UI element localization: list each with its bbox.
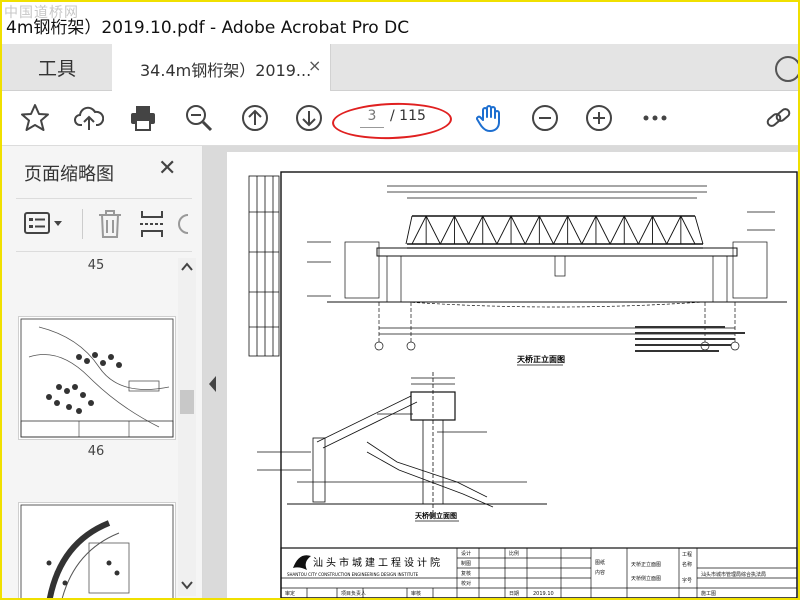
window-title: 4m钢桁架）2019.10.pdf - Adobe Acrobat Pro DC (6, 18, 410, 38)
name-label: 名称 (682, 561, 692, 568)
hand-tool-icon[interactable] (474, 103, 504, 133)
panel-close-button[interactable]: ✕ (158, 156, 176, 181)
page-down-icon[interactable] (294, 103, 324, 133)
cloud-upload-icon[interactable] (74, 103, 104, 133)
thumbnail-list: 45 46 (16, 254, 176, 598)
truss-member (510, 215, 526, 245)
panel-title: 页面缩略图 (24, 164, 114, 185)
scroll-up-icon[interactable] (181, 262, 193, 272)
truss-member (411, 215, 427, 245)
truss-member (496, 215, 512, 245)
project-lead-label: 项目负责人 (341, 590, 366, 597)
options-menu-icon[interactable] (24, 211, 64, 237)
tab-close-button[interactable]: × (308, 56, 321, 75)
truss-member (482, 215, 498, 245)
page-up-icon[interactable] (240, 103, 270, 133)
share-link-icon[interactable] (764, 103, 794, 133)
app-window: 中国道桥网 4m钢桁架）2019.10.pdf - Adobe Acrobat … (0, 0, 800, 600)
review-label: 审定 (285, 590, 295, 597)
institute-name-english: SHANTOU CITY CONSTRUCTION ENGINEERING DE… (287, 572, 419, 577)
divider (82, 209, 83, 239)
proofread-label: 校对 (461, 580, 471, 587)
front-view-title: 天桥正立面图 (517, 354, 565, 364)
check-label: 复核 (461, 570, 471, 577)
thumbnail-scrollbar[interactable] (178, 258, 196, 596)
thumbnails-panel: 页面缩略图 ✕ 45 46 (2, 146, 203, 598)
panel-toolbar (16, 198, 192, 252)
truss-member (623, 215, 639, 245)
truss-member (581, 215, 597, 245)
sheet-title-1: 天桥正立面图 (631, 561, 661, 568)
truss-member (553, 215, 569, 245)
sheet-title-2: 天桥侧立面图 (631, 575, 661, 582)
project-name: 汕头市城市管理局综合执法局 (701, 571, 766, 578)
truss-member (595, 215, 611, 245)
tab-tools-label: 工具 (37, 57, 76, 80)
star-icon[interactable] (20, 103, 50, 133)
truss-members (405, 215, 704, 245)
truss-member (538, 215, 554, 245)
scrollbar-thumb[interactable] (180, 390, 194, 414)
truss-member (680, 215, 696, 245)
side-view-title: 天桥侧立面图 (415, 511, 457, 520)
truss-member (609, 215, 625, 245)
trash-icon[interactable] (96, 209, 124, 239)
scroll-down-icon[interactable] (181, 580, 193, 590)
project-label: 工程 (682, 551, 692, 558)
draw-label: 制图 (461, 560, 471, 567)
page-extract-icon[interactable] (138, 209, 166, 239)
collapse-panel-icon[interactable] (205, 372, 221, 396)
title-bar: 中国道桥网 4m钢桁架）2019.10.pdf - Adobe Acrobat … (2, 2, 798, 44)
engineering-drawing: 天桥正立面图 天桥侧立面图 汕头市城建工程设计院 SHANTOU CITY CO… (248, 171, 798, 598)
truss-member (468, 215, 484, 245)
content-label: 内容 (595, 569, 605, 576)
design-label: 设计 (461, 550, 471, 557)
truss-member (524, 215, 540, 245)
tab-tools[interactable]: 工具 (2, 44, 113, 90)
tab-document-label: 34.4m钢桁架）2019... (140, 61, 312, 80)
drawing-date: 2019.10 (533, 591, 554, 597)
institute-name: 汕头市城建工程设计院 (313, 556, 443, 569)
tab-document[interactable]: 34.4m钢桁架）2019... × (112, 44, 331, 91)
truss-member (439, 215, 455, 245)
document-viewport[interactable]: 天桥正立面图 天桥侧立面图 汕头市城建工程设计院 SHANTOU CITY CO… (203, 146, 798, 598)
pdf-page: 天桥正立面图 天桥侧立面图 汕头市城建工程设计院 SHANTOU CITY CO… (227, 152, 798, 598)
rotate-icon[interactable] (176, 209, 192, 239)
page-thumbnail[interactable] (18, 502, 176, 598)
notes-block (635, 326, 745, 352)
scale-label: 比例 (509, 550, 519, 557)
truss-member (425, 215, 441, 245)
stage-label: 施工图 (701, 590, 716, 597)
date-label: 日期 (509, 591, 519, 597)
print-icon[interactable] (128, 103, 158, 133)
truss-member (652, 215, 668, 245)
tab-row: 工具 34.4m钢桁架）2019... × (2, 44, 798, 91)
zoom-in-icon[interactable] (584, 103, 614, 133)
thumbnail-page-number: 46 (87, 444, 105, 459)
institute-logo (293, 555, 311, 570)
truss-member (454, 215, 470, 245)
thumbnail-detail-plan (20, 504, 174, 598)
zoom-out-search-icon[interactable] (184, 103, 214, 133)
drawing-no-label: 图纸 (595, 559, 605, 566)
truss-end-post (694, 215, 704, 245)
truss-end-post (405, 215, 413, 245)
home-icon[interactable] (770, 54, 800, 84)
truss-member (637, 215, 653, 245)
zoom-out-icon[interactable] (530, 103, 560, 133)
side-elevation (257, 372, 547, 512)
thumbnail-page-number: 45 (87, 258, 105, 273)
truss-member (666, 215, 682, 245)
audit-label: 审核 (411, 590, 421, 597)
thumbnail-site-plan (20, 318, 174, 438)
word-label: 字号 (682, 577, 692, 584)
more-icon[interactable] (640, 103, 670, 133)
truss-member (567, 215, 583, 245)
page-thumbnail[interactable] (18, 316, 176, 440)
